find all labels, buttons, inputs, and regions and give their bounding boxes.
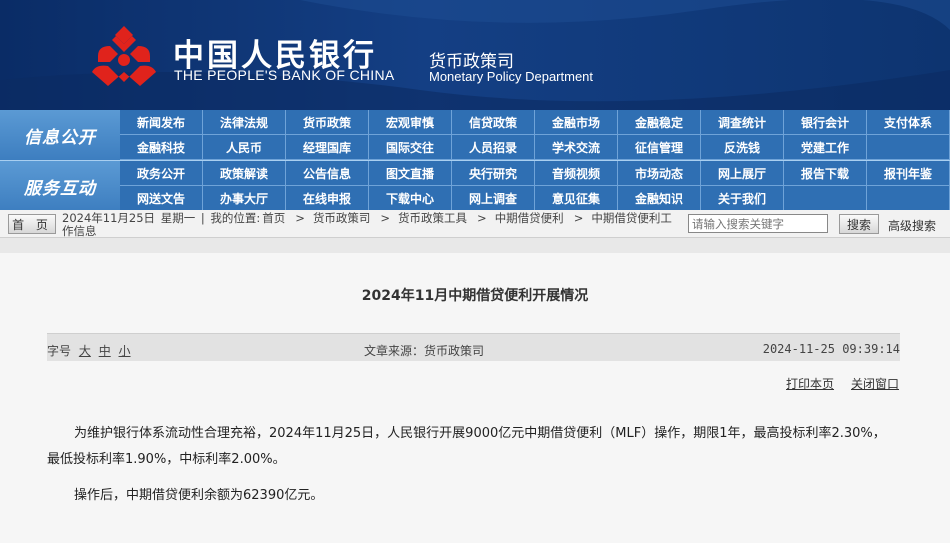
breadcrumb-separator: > bbox=[477, 211, 487, 225]
info-nav-item-16[interactable]: 征信管理 bbox=[618, 135, 701, 160]
service-nav-item-17[interactable]: 关于我们 bbox=[701, 186, 784, 211]
info-disclosure-label: 信息公开 bbox=[0, 110, 120, 160]
search-button[interactable]: 搜索 bbox=[839, 214, 879, 234]
home-button[interactable]: 首 页 bbox=[8, 214, 56, 234]
info-nav-item-2[interactable]: 货币政策 bbox=[286, 110, 369, 135]
info-nav-item-17[interactable]: 反洗钱 bbox=[701, 135, 784, 160]
location-label: 我的位置: bbox=[210, 211, 261, 225]
font-size-large[interactable]: 大 bbox=[79, 344, 91, 358]
info-nav-item-12[interactable]: 经理国库 bbox=[286, 135, 369, 160]
info-nav-item-9[interactable]: 支付体系 bbox=[867, 110, 950, 135]
pboc-emblem-icon bbox=[92, 26, 156, 86]
current-weekday: 星期一 bbox=[160, 211, 196, 225]
article-meta-bar: 字号 大 中 小 文章来源：货币政策司 2024-11-25 09:39:14 bbox=[47, 333, 900, 361]
info-nav-item-10[interactable]: 金融科技 bbox=[120, 135, 203, 160]
breadcrumb-separator: > bbox=[573, 211, 584, 225]
article-paragraph: 操作后，中期借贷便利余额为62390亿元。 bbox=[74, 488, 324, 503]
font-size-medium[interactable]: 中 bbox=[99, 344, 111, 358]
advanced-search-link[interactable]: 高级搜索 bbox=[888, 217, 936, 234]
info-nav-grid: 新闻发布 法律法规 货币政策 宏观审慎 信贷政策 金融市场 金融稳定 调查统计 银行会计 支付体系… bbox=[120, 110, 950, 160]
info-nav-item-8[interactable]: 银行会计 bbox=[784, 110, 867, 135]
info-nav-item-6[interactable]: 金融稳定 bbox=[618, 110, 701, 135]
service-nav-item-3[interactable]: 图文直播 bbox=[369, 161, 452, 186]
info-nav-item-11[interactable]: 人民币 bbox=[203, 135, 286, 160]
info-nav-item-5[interactable]: 金融市场 bbox=[535, 110, 618, 135]
service-nav-item-2[interactable]: 公告信息 bbox=[286, 161, 369, 186]
breadcrumb-link[interactable]: 货币政策司 bbox=[313, 211, 371, 225]
info-nav-item-14[interactable]: 人员招录 bbox=[452, 135, 535, 160]
article-date: 2024-11-25 09:39:14 bbox=[762, 342, 900, 356]
department-name-en: Monetary Policy Department bbox=[429, 69, 594, 84]
service-nav-empty-cell bbox=[784, 186, 867, 211]
service-nav-item-7[interactable]: 网上展厅 bbox=[701, 161, 784, 186]
service-interaction-label: 服务互动 bbox=[0, 161, 120, 211]
current-date: 2024年11月25日 bbox=[62, 211, 156, 225]
info-nav-item-3[interactable]: 宏观审慎 bbox=[369, 110, 452, 135]
service-nav-item-0[interactable]: 政务公开 bbox=[120, 161, 203, 186]
article-title: 2024年11月中期借贷便利开展情况 bbox=[361, 288, 589, 304]
service-nav-item-1[interactable]: 政策解读 bbox=[203, 161, 286, 186]
service-nav-item-4[interactable]: 央行研究 bbox=[452, 161, 535, 186]
info-nav-item-1[interactable]: 法律法规 bbox=[203, 110, 286, 135]
service-nav-item-12[interactable]: 在线申报 bbox=[286, 186, 369, 211]
article-paragraph: 为维护银行体系流动性合理充裕，2024年11月25日，人民银行开展9000亿元中… bbox=[47, 426, 886, 467]
breadcrumb-link[interactable]: 中期借贷便利 bbox=[495, 211, 564, 225]
service-nav-item-6[interactable]: 市场动态 bbox=[618, 161, 701, 186]
info-nav-item-13[interactable]: 国际交往 bbox=[369, 135, 452, 160]
bank-name-en: THE PEOPLE'S BANK OF CHINA bbox=[174, 67, 395, 83]
font-size-label: 字号 bbox=[47, 344, 72, 358]
breadcrumb-separator: > bbox=[295, 211, 305, 225]
breadcrumb-link[interactable]: 货币政策工具 bbox=[398, 211, 467, 225]
font-size-small[interactable]: 小 bbox=[119, 344, 131, 358]
service-nav-item-10[interactable]: 网送文告 bbox=[120, 186, 203, 211]
article-content: 2024年11月中期借贷便利开展情况 字号 大 中 小 文章来源：货币政策司 2… bbox=[0, 253, 950, 543]
service-nav-item-11[interactable]: 办事大厅 bbox=[203, 186, 286, 211]
service-nav-item-15[interactable]: 意见征集 bbox=[535, 186, 618, 211]
info-nav-item-15[interactable]: 学术交流 bbox=[535, 135, 618, 160]
service-nav-item-14[interactable]: 网上调查 bbox=[452, 186, 535, 211]
breadcrumb-bar: 首 页 2024年11月25日 星期一 | 我的位置: 首页 > 货币政策司 > 货币政策… bbox=[0, 210, 950, 238]
service-nav-empty-cell bbox=[867, 186, 950, 211]
info-disclosure-nav: 信息公开 新闻发布 法律法规 货币政策 宏观审慎 信贷政策 金融市场 金融稳定 调查统计 银行会… bbox=[0, 110, 950, 160]
info-nav-item-4[interactable]: 信贷政策 bbox=[452, 110, 535, 135]
service-interaction-nav: 服务互动 政务公开 政策解读 公告信息 图文直播 央行研究 音频视频 市场动态 网上展厅 报告下… bbox=[0, 160, 950, 211]
breadcrumb-link[interactable]: 首页 bbox=[262, 211, 285, 225]
article-source: 文章来源：货币政策司 bbox=[364, 344, 485, 358]
search-input[interactable] bbox=[688, 214, 828, 233]
service-nav-item-13[interactable]: 下载中心 bbox=[369, 186, 452, 211]
service-nav-item-8[interactable]: 报告下载 bbox=[784, 161, 867, 186]
info-nav-item-7[interactable]: 调查统计 bbox=[701, 110, 784, 135]
service-nav-item-16[interactable]: 金融知识 bbox=[618, 186, 701, 211]
info-nav-empty-cell bbox=[867, 135, 950, 160]
crumb-divider: | bbox=[200, 211, 205, 225]
print-page-link[interactable]: 打印本页 bbox=[786, 375, 834, 392]
close-window-link[interactable]: 关闭窗口 bbox=[851, 375, 899, 392]
service-nav-grid: 政务公开 政策解读 公告信息 图文直播 央行研究 音频视频 市场动态 网上展厅 报告下载 报刊年鉴… bbox=[120, 161, 950, 211]
font-size-control: 字号 大 中 小 bbox=[47, 342, 131, 359]
info-nav-item-0[interactable]: 新闻发布 bbox=[120, 110, 203, 135]
info-nav-item-18[interactable]: 党建工作 bbox=[784, 135, 867, 160]
service-nav-item-9[interactable]: 报刊年鉴 bbox=[867, 161, 950, 186]
breadcrumb: 2024年11月25日 星期一 | 我的位置: 首页 > 货币政策司 > 货币政策工具 > 中… bbox=[62, 212, 682, 238]
site-header: 中国人民银行 THE PEOPLE'S BANK OF CHINA 货币政策司 … bbox=[0, 0, 950, 110]
breadcrumb-separator: > bbox=[380, 211, 391, 225]
service-nav-item-5[interactable]: 音频视频 bbox=[535, 161, 618, 186]
